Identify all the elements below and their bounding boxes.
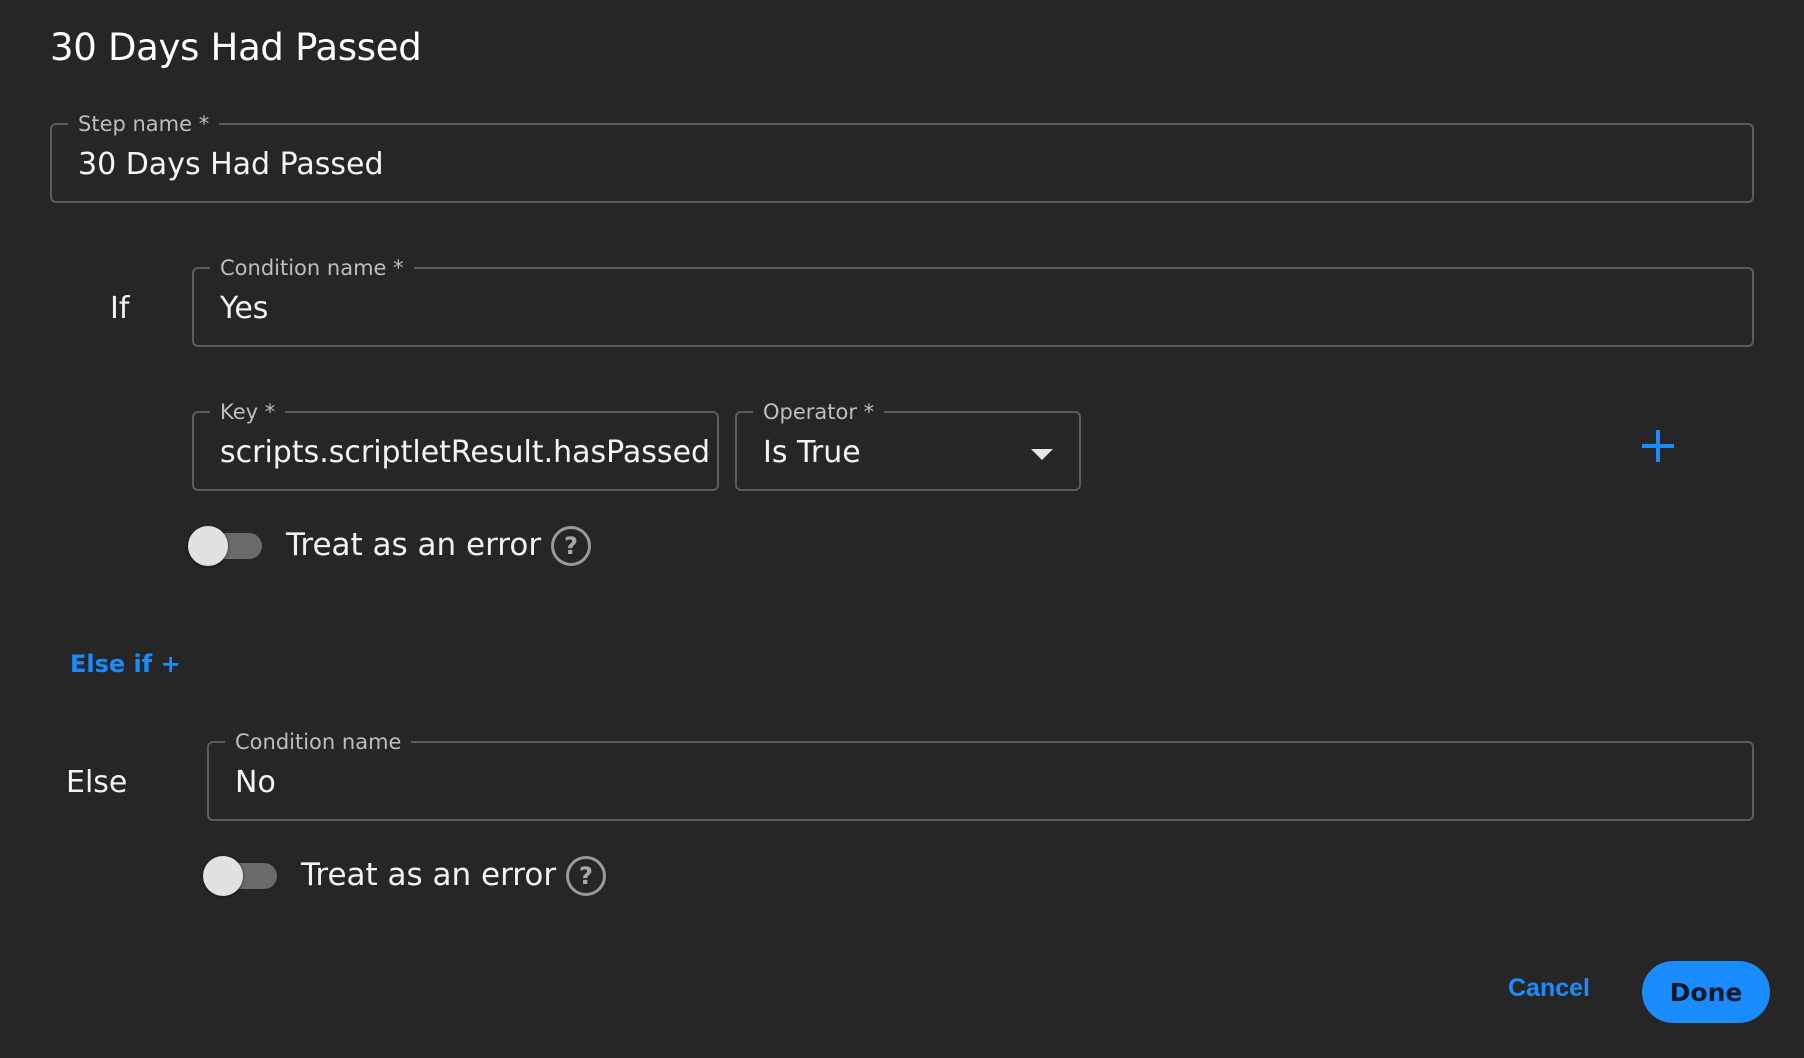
if-condition-name-field[interactable]: Condition name * Yes xyxy=(192,255,1754,347)
step-name-value: 30 Days Had Passed xyxy=(78,147,384,182)
else-label: Else xyxy=(66,765,128,800)
else-condition-name-field[interactable]: Condition name No xyxy=(207,729,1754,821)
if-condition-name-value: Yes xyxy=(220,291,269,326)
operator-value: Is True xyxy=(763,435,861,470)
question-circle-icon[interactable]: ? xyxy=(551,526,591,566)
question-circle-icon[interactable]: ? xyxy=(566,856,606,896)
if-treat-as-error-toggle[interactable] xyxy=(188,525,262,566)
toggle-thumb xyxy=(203,856,243,896)
dialog-title: 30 Days Had Passed xyxy=(50,26,422,69)
key-value: scripts.scriptletResult.hasPassed xyxy=(220,435,710,470)
if-label: If xyxy=(110,291,130,326)
if-treat-as-error-label: Treat as an error xyxy=(286,527,542,563)
chevron-down-icon xyxy=(1031,449,1053,460)
plus-icon[interactable] xyxy=(1640,428,1676,464)
if-condition-name-label: Condition name * xyxy=(210,255,414,281)
done-button[interactable]: Done xyxy=(1642,961,1770,1023)
key-field[interactable]: Key * scripts.scriptletResult.hasPassed xyxy=(192,399,719,491)
operator-select[interactable]: Operator * Is True xyxy=(735,399,1081,491)
key-label: Key * xyxy=(210,399,286,425)
else-treat-as-error-label: Treat as an error xyxy=(301,857,557,893)
step-name-field[interactable]: Step name * 30 Days Had Passed xyxy=(50,111,1754,203)
toggle-thumb xyxy=(188,526,228,566)
cancel-button[interactable]: Cancel xyxy=(1508,974,1590,1003)
else-if-add-link[interactable]: Else if + xyxy=(70,650,181,678)
else-condition-name-value: No xyxy=(235,765,276,800)
step-name-label: Step name * xyxy=(68,111,220,137)
operator-label: Operator * xyxy=(753,399,885,425)
else-treat-as-error-toggle[interactable] xyxy=(203,855,277,896)
else-condition-name-label: Condition name xyxy=(225,729,412,755)
step-dialog: 30 Days Had Passed Step name * 30 Days H… xyxy=(0,0,1804,1058)
